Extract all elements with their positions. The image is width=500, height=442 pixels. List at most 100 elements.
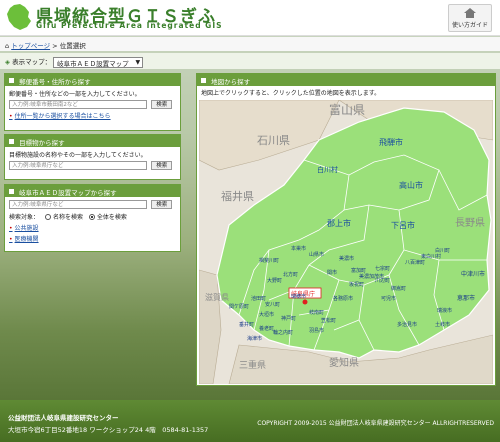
map-region-label[interactable]: 富山県 <box>329 102 365 117</box>
map-region-label[interactable]: 下呂市 <box>391 220 415 230</box>
map-region-label[interactable]: 海津市 <box>247 335 262 342</box>
bullet-icon: • <box>9 225 13 232</box>
map-description: 地図上でクリックすると、クリックした位置の地図を表示します。 <box>201 90 381 97</box>
map-region-label[interactable]: 山県市 <box>309 251 324 258</box>
map-region-label[interactable]: 土岐市 <box>435 321 450 328</box>
site-header: 県域統合型ＧＩＳぎふ Gifu Prefecture Area Integrat… <box>0 0 500 36</box>
map-region-label[interactable]: 養老町 <box>259 325 274 332</box>
radio-all-search[interactable] <box>88 214 95 220</box>
radio-all-label: 全体を検索 <box>96 214 127 221</box>
home-icon: ⌂ <box>5 42 10 50</box>
gifu-logo-icon <box>7 4 31 30</box>
map-region-label[interactable]: 関市 <box>327 269 337 276</box>
breadcrumb-separator: > <box>52 42 58 50</box>
panel-marker-icon <box>9 139 14 144</box>
map-region-label[interactable]: 富加町 <box>351 267 366 274</box>
map-region-label[interactable]: 岐南町 <box>309 309 324 316</box>
prefecture-office-marker-icon <box>302 299 308 305</box>
postal-panel-header: 郵便番号・住所から探す <box>5 74 180 86</box>
map-region-label[interactable]: 高山市 <box>399 180 423 190</box>
address-list-link[interactable]: • 住所一覧から選択する場合はこちら <box>9 111 176 120</box>
map-region-label[interactable]: 安八町 <box>265 301 280 308</box>
map-region-label[interactable]: 各務原市 <box>333 295 353 302</box>
map-region-label[interactable]: 石川県 <box>257 134 290 147</box>
map-region-label[interactable]: 瑞浪市 <box>437 307 452 314</box>
map-region-label[interactable]: 揖斐川町 <box>259 257 279 264</box>
radio-name-label: 名称を検索 <box>52 214 83 221</box>
aed-search-input[interactable]: 入力例:岐阜県庁など <box>9 200 147 209</box>
postal-panel-title: 郵便番号・住所から探す <box>19 78 91 86</box>
map-panel: 地図から探す 地図上でクリックすると、クリックした位置の地図を表示します。 岐阜… <box>196 73 496 386</box>
postal-search-panel: 郵便番号・住所から探す 郵便番号・住所などの一部を入力してください。 入力例:岐… <box>4 73 181 131</box>
landmark-search-input[interactable]: 入力例:岐阜県庁など <box>9 161 147 170</box>
map-region-label[interactable]: 郡上市 <box>327 218 351 228</box>
map-region-label[interactable]: 羽島市 <box>309 327 324 334</box>
map-region-label[interactable]: 長野県 <box>455 217 485 229</box>
landmark-panel-title: 目標物から探す <box>19 139 65 147</box>
medical-institution-link[interactable]: • 医療機関 <box>9 234 176 243</box>
map-region-label[interactable]: 多治見市 <box>397 321 417 328</box>
public-facility-link[interactable]: • 公共施設 <box>9 223 176 232</box>
map-region-label[interactable]: 大垣市 <box>259 311 274 318</box>
landmark-search-button[interactable]: 検索 <box>151 161 173 170</box>
map-region-label[interactable]: 福井県 <box>221 189 254 203</box>
gifu-clickable-map[interactable]: 岐阜県庁 富山県 石川県 福井県 長野県 滋賀県 三重県 愛知県 飛騨市 白川村 高山市 郡上市 下呂… <box>199 100 493 384</box>
map-region-label[interactable]: 大野町 <box>267 277 282 284</box>
aed-search-panel: 岐阜市ＡＥＤ設置マップから探す 入力例:岐阜県庁など 検索 検索対象： 名称を検… <box>4 184 181 252</box>
footer-org: 公益財団法人岐阜県建設研究センター <box>8 414 119 422</box>
map-region-label[interactable]: 白川町 <box>435 247 450 254</box>
gifu-map-svg[interactable]: 岐阜県庁 富山県石川県福井県長野県滋賀県三重県 愛知県飛騨市白川村高山市郡上市 下呂… <box>199 100 493 384</box>
map-region-label[interactable]: 笠松町 <box>321 317 336 324</box>
map-region-label[interactable]: 美濃市 <box>339 255 354 262</box>
radio-name-search[interactable] <box>44 214 51 220</box>
chevron-down-icon: ▼ <box>135 58 141 66</box>
landmark-instruction: 目標物施設の名称やその一部を入力してください。 <box>9 152 147 159</box>
breadcrumb-home-link[interactable]: トップページ <box>11 42 50 50</box>
map-region-label[interactable]: 八百津町 <box>405 259 425 266</box>
map-region-label[interactable]: 輪之内町 <box>273 329 293 336</box>
map-region-label[interactable]: 坂祝町 <box>349 281 364 288</box>
bullet-icon: • <box>9 236 13 243</box>
map-region-label[interactable]: 中津川市 <box>461 270 485 278</box>
breadcrumb-current: 位置選択 <box>59 42 86 50</box>
bullet-icon: • <box>9 113 13 120</box>
postal-search-button[interactable]: 検索 <box>151 100 173 109</box>
map-panel-header: 地図から探す <box>197 74 495 86</box>
aed-panel-title: 岐阜市ＡＥＤ設置マップから探す <box>19 189 117 197</box>
aed-search-button[interactable]: 検索 <box>151 200 173 209</box>
map-region-label[interactable]: 北方町 <box>283 271 298 278</box>
postal-search-input[interactable]: 入力例:岐阜市薮田南2など <box>9 100 147 109</box>
panel-marker-icon <box>9 78 14 83</box>
map-region-label[interactable]: 神戸町 <box>281 315 296 322</box>
map-region-label[interactable]: 可児市 <box>381 295 396 302</box>
breadcrumb: ⌂ トップページ > 位置選択 <box>0 37 500 51</box>
map-region-label[interactable]: 三重県 <box>239 359 266 371</box>
map-layers-icon: ◈ <box>5 58 10 66</box>
aed-panel-header: 岐阜市ＡＥＤ設置マップから探す <box>5 185 180 197</box>
address-list-link-label: 住所一覧から選択する場合はこちら <box>14 113 111 120</box>
guide-button[interactable]: 使い方ガイド <box>448 4 492 32</box>
guide-label: 使い方ガイド <box>451 22 488 29</box>
map-region-label[interactable]: 滋賀県 <box>205 292 229 302</box>
display-map-select[interactable]: 岐阜市ＡＥＤ設置マップ ▼ <box>53 56 144 68</box>
map-region-label[interactable]: 川辺町 <box>375 277 390 284</box>
map-region-label[interactable]: 七宗町 <box>375 265 390 272</box>
site-footer: 公益財団法人岐阜県建設研究センター 大垣市今宿6丁目52番地18 ワークショップ… <box>0 400 500 442</box>
public-facility-link-label: 公共施設 <box>14 225 39 232</box>
postal-instruction: 郵便番号・住所などの一部を入力してください。 <box>9 91 141 98</box>
map-region-label[interactable]: 愛知県 <box>329 356 359 369</box>
map-region-label[interactable]: 関ケ原町 <box>229 303 249 310</box>
map-region-label[interactable]: 白川村 <box>317 165 338 174</box>
map-region-label[interactable]: 池田町 <box>251 295 266 302</box>
map-region-label[interactable]: 垂井町 <box>239 321 254 328</box>
map-region-label[interactable]: 恵那市 <box>457 294 475 302</box>
footer-copyright: COPYRIGHT 2009-2015 公益財団法人岐阜県建設研究センター AL… <box>257 420 494 427</box>
map-region-label[interactable]: 御嵩町 <box>391 285 406 292</box>
medical-institution-link-label: 医療機関 <box>14 236 39 243</box>
map-region-label[interactable]: 瑞穂市 <box>291 293 306 300</box>
map-region-label[interactable]: 本巣市 <box>291 245 306 252</box>
landmark-panel-header: 目標物から探す <box>5 135 180 147</box>
map-region-label[interactable]: 東白川村 <box>421 253 441 260</box>
map-region-label[interactable]: 飛騨市 <box>379 137 403 147</box>
footer-address: 大垣市今宿6丁目52番地18 ワークショップ24 4階 0584-81-1357 <box>8 426 209 434</box>
